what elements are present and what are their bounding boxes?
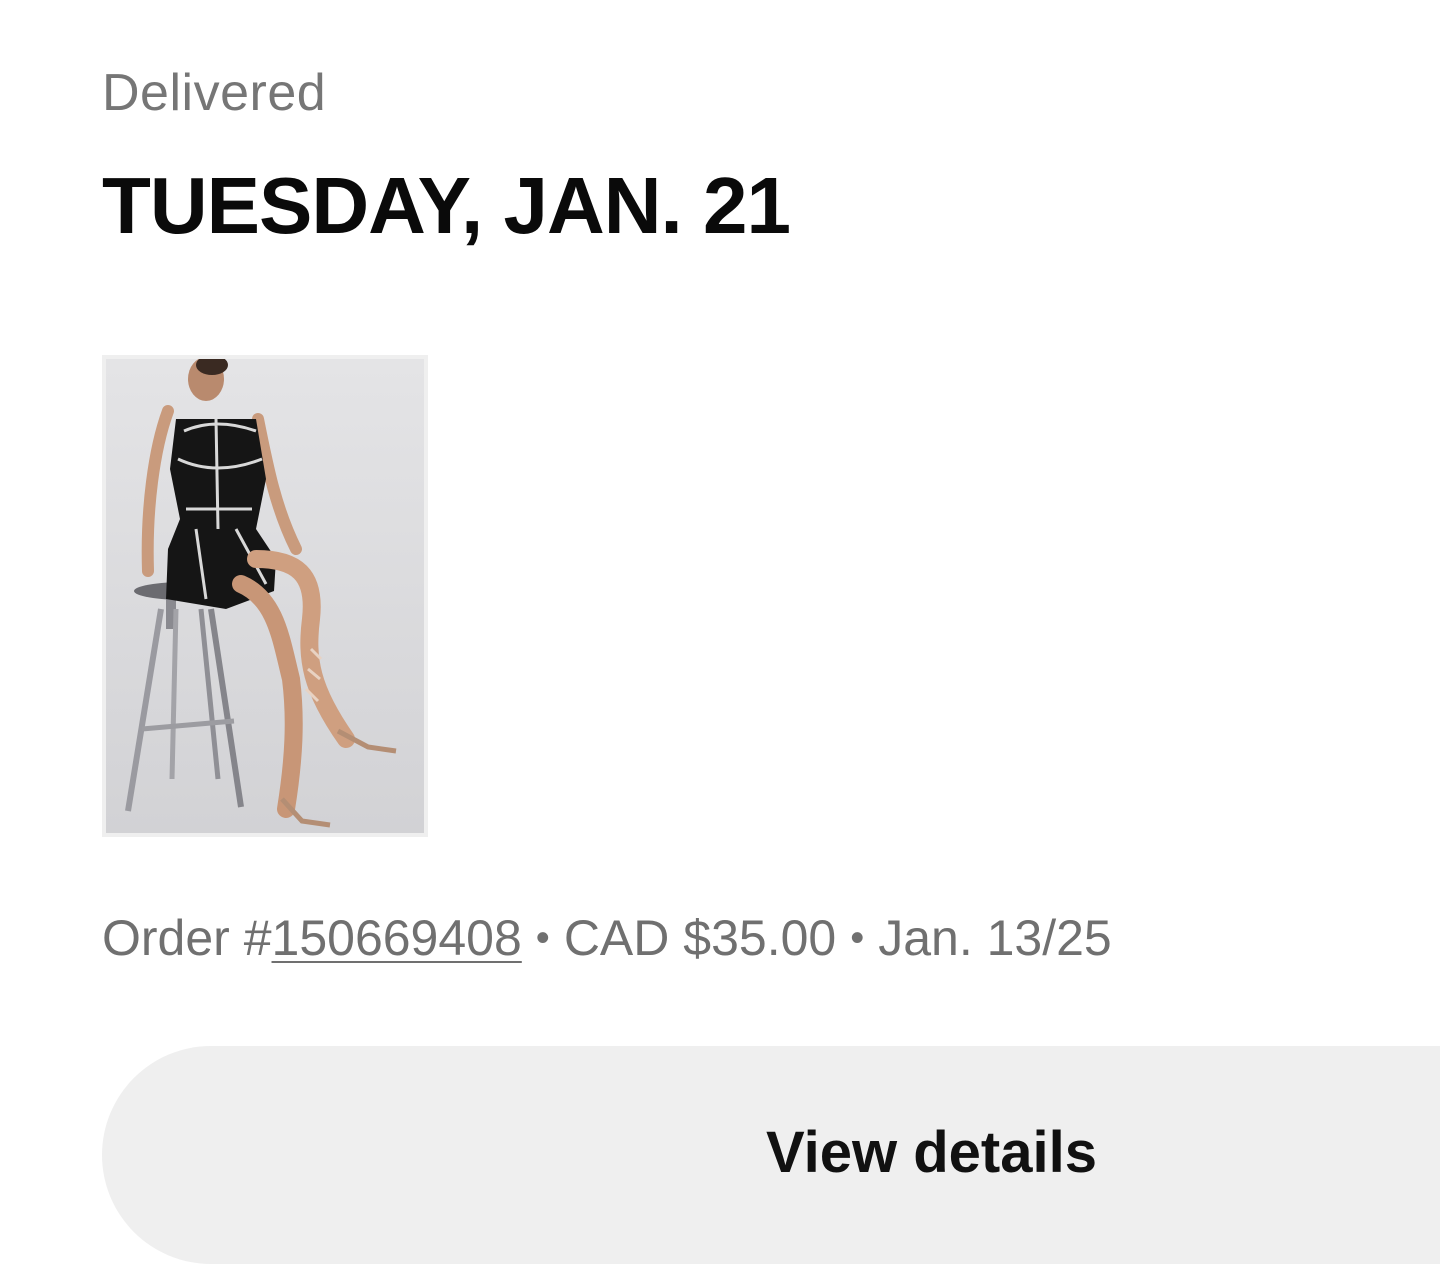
separator-dot: • xyxy=(535,915,550,960)
order-summary: Order #150669408 • CAD $35.00 • Jan. 13/25 xyxy=(102,906,1112,974)
order-prefix: Order # xyxy=(102,910,272,966)
order-date: Jan. 13/25 xyxy=(878,910,1112,966)
view-details-label: View details xyxy=(766,1120,1097,1185)
delivery-date: TUESDAY, JAN. 21 xyxy=(102,161,791,250)
product-image[interactable] xyxy=(102,355,428,837)
delivery-status: Delivered xyxy=(102,64,327,122)
product-photo xyxy=(106,359,424,833)
order-number-link[interactable]: 150669408 xyxy=(272,910,522,966)
separator-dot: • xyxy=(850,915,865,960)
order-price: CAD $35.00 xyxy=(563,910,837,966)
view-details-button[interactable]: View details xyxy=(102,1046,1440,1264)
